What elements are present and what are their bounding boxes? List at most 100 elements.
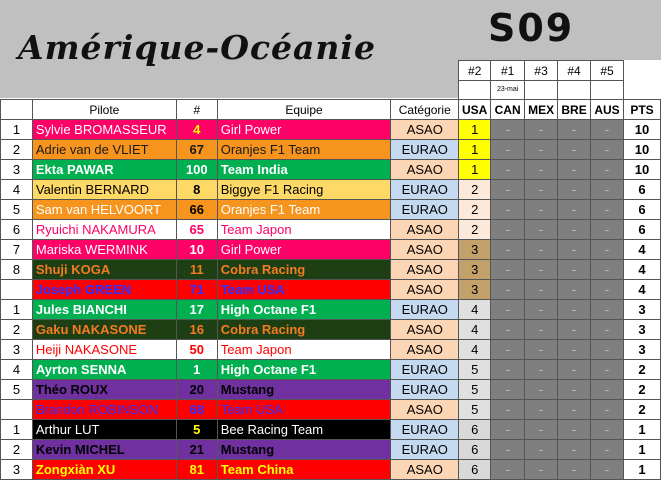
pending-result-cell: - — [490, 199, 526, 220]
pending-result-cell: - — [557, 199, 592, 220]
rank-cell: 4 — [0, 359, 33, 380]
category-cell: EURAO — [390, 419, 460, 440]
pending-result-cell: - — [490, 319, 526, 340]
spacer — [623, 81, 660, 100]
car-number-cell: 1 — [175, 359, 218, 380]
team-cell: Team USA — [216, 279, 392, 300]
usa-result-cell: 2 — [458, 199, 492, 220]
points-cell: 3 — [622, 319, 661, 340]
rank-cell: 2 — [0, 139, 33, 160]
pending-result-cell: - — [590, 139, 624, 160]
category-cell: EURAO — [390, 139, 460, 160]
rank-cell — [0, 279, 33, 300]
race-date-cell — [524, 80, 559, 100]
pending-result-cell: - — [590, 159, 624, 180]
pilot-cell: Jules BIANCHI — [31, 299, 177, 320]
pending-result-cell: - — [590, 119, 624, 140]
pilot-cell: Adrie van de VLIET — [31, 139, 177, 160]
pilot-cell: Zongxiàn XU — [31, 459, 177, 480]
usa-result-cell: 3 — [458, 239, 492, 260]
pilot-cell: Mariska WERMINK — [31, 239, 177, 260]
usa-result-cell: 6 — [458, 459, 492, 480]
car-number-cell: 81 — [175, 459, 218, 480]
spacer — [623, 61, 660, 81]
team-cell: Bee Racing Team — [216, 419, 392, 440]
team-cell: Team Japon — [216, 219, 392, 240]
car-number-cell: 8 — [175, 179, 218, 200]
standings-row: 1 Sylvie BROMASSEUR 4 Girl Power ASAO 1- - - -10 — [0, 119, 661, 140]
pending-result-cell: - — [524, 159, 559, 180]
team-cell: Team India — [216, 159, 392, 180]
pending-result-cell: - — [590, 299, 624, 320]
team-cell: Mustang — [216, 379, 392, 400]
pilot-cell: Shuji KOGA — [31, 259, 177, 280]
category-cell: ASAO — [390, 159, 460, 180]
category-cell: ASAO — [390, 219, 460, 240]
rank-cell: 1 — [0, 419, 33, 440]
standings-row: 6 Ryuichi NAKAMURA 65 Team Japon ASAO 2- - - -6 — [0, 219, 661, 240]
pending-result-cell: - — [524, 359, 559, 380]
usa-result-cell: 3 — [458, 279, 492, 300]
pending-result-cell: - — [524, 119, 559, 140]
pending-result-cell: - — [524, 219, 559, 240]
standings-row: 5 Théo ROUX 20 Mustang EURAO 5- - - -2 — [0, 379, 661, 400]
pending-result-cell: - — [557, 159, 592, 180]
standings-row: 3 Ekta PAWAR 100 Team India ASAO 1- - - -10 — [0, 159, 661, 180]
standings-table: #2 #1 #3 #4 #5 23-mai Pilote # Equipe Catégorie US… — [0, 60, 661, 480]
standings-row: 2 Kevin MICHEL 21 Mustang EURAO 6- - - -1 — [0, 439, 661, 460]
category-cell: ASAO — [390, 119, 460, 140]
rank-cell: 8 — [0, 259, 33, 280]
pending-result-cell: - — [490, 359, 526, 380]
team-cell: Oranjes F1 Team — [216, 199, 392, 220]
standings-row: 3 Heiji NAKASONE 50 Team Japon ASAO 4- - - -3 — [0, 339, 661, 360]
pending-result-cell: - — [490, 159, 526, 180]
spacer — [1, 61, 459, 81]
usa-result-cell: 6 — [458, 419, 492, 440]
number-header: # — [175, 99, 218, 120]
race-header-mex: MEX — [524, 99, 559, 120]
points-cell: 3 — [622, 299, 661, 320]
race-date-cell — [590, 80, 624, 100]
race-header-aus: AUS — [590, 99, 624, 120]
pilot-cell: Sylvie BROMASSEUR — [31, 119, 177, 140]
race-number-cell: #3 — [524, 60, 559, 81]
car-number-cell: 17 — [175, 299, 218, 320]
standings-row: 4 Ayrton SENNA 1 High Octane F1 EURAO 5- - - -2 — [0, 359, 661, 380]
pilot-cell: Ryuichi NAKAMURA — [31, 219, 177, 240]
pilot-cell: Théo ROUX — [31, 379, 177, 400]
car-number-cell: 50 — [175, 339, 218, 360]
points-cell: 4 — [622, 259, 661, 280]
pilot-cell: Sam van HELVOORT — [31, 199, 177, 220]
pending-result-cell: - — [557, 299, 592, 320]
car-number-cell: 21 — [175, 439, 218, 460]
category-cell: EURAO — [390, 179, 460, 200]
pending-result-cell: - — [557, 259, 592, 280]
standings-row: 1 Arthur LUT 5 Bee Racing Team EURAO 6- - - -1 — [0, 419, 661, 440]
race-header-bre: BRE — [557, 99, 592, 120]
category-header: Catégorie — [390, 99, 460, 120]
category-cell: EURAO — [390, 199, 460, 220]
team-cell: Oranjes F1 Team — [216, 139, 392, 160]
standings-row: 8 Shuji KOGA 11 Cobra Racing ASAO 3- - - -4 — [0, 259, 661, 280]
race-date-cell — [557, 80, 592, 100]
usa-result-cell: 2 — [458, 179, 492, 200]
rank-cell: 3 — [0, 459, 33, 480]
pending-result-cell: - — [524, 199, 559, 220]
pending-result-cell: - — [490, 379, 526, 400]
pending-result-cell: - — [590, 459, 624, 480]
pending-result-cell: - — [557, 399, 592, 420]
pending-result-cell: - — [490, 259, 526, 280]
pending-result-cell: - — [590, 439, 624, 460]
rank-cell — [0, 399, 33, 420]
car-number-cell: 100 — [175, 159, 218, 180]
standings-row: Joseph GREEN 71 Team USA ASAO 3- - - -4 — [0, 279, 661, 300]
car-number-cell: 4 — [175, 119, 218, 140]
pending-result-cell: - — [557, 219, 592, 240]
points-cell: 6 — [622, 199, 661, 220]
pending-result-cell: - — [490, 179, 526, 200]
usa-result-cell: 4 — [458, 299, 492, 320]
team-cell: Team China — [216, 459, 392, 480]
pending-result-cell: - — [490, 299, 526, 320]
race-header-usa: USA — [458, 99, 492, 120]
race-number-cell: #2 — [458, 60, 492, 81]
